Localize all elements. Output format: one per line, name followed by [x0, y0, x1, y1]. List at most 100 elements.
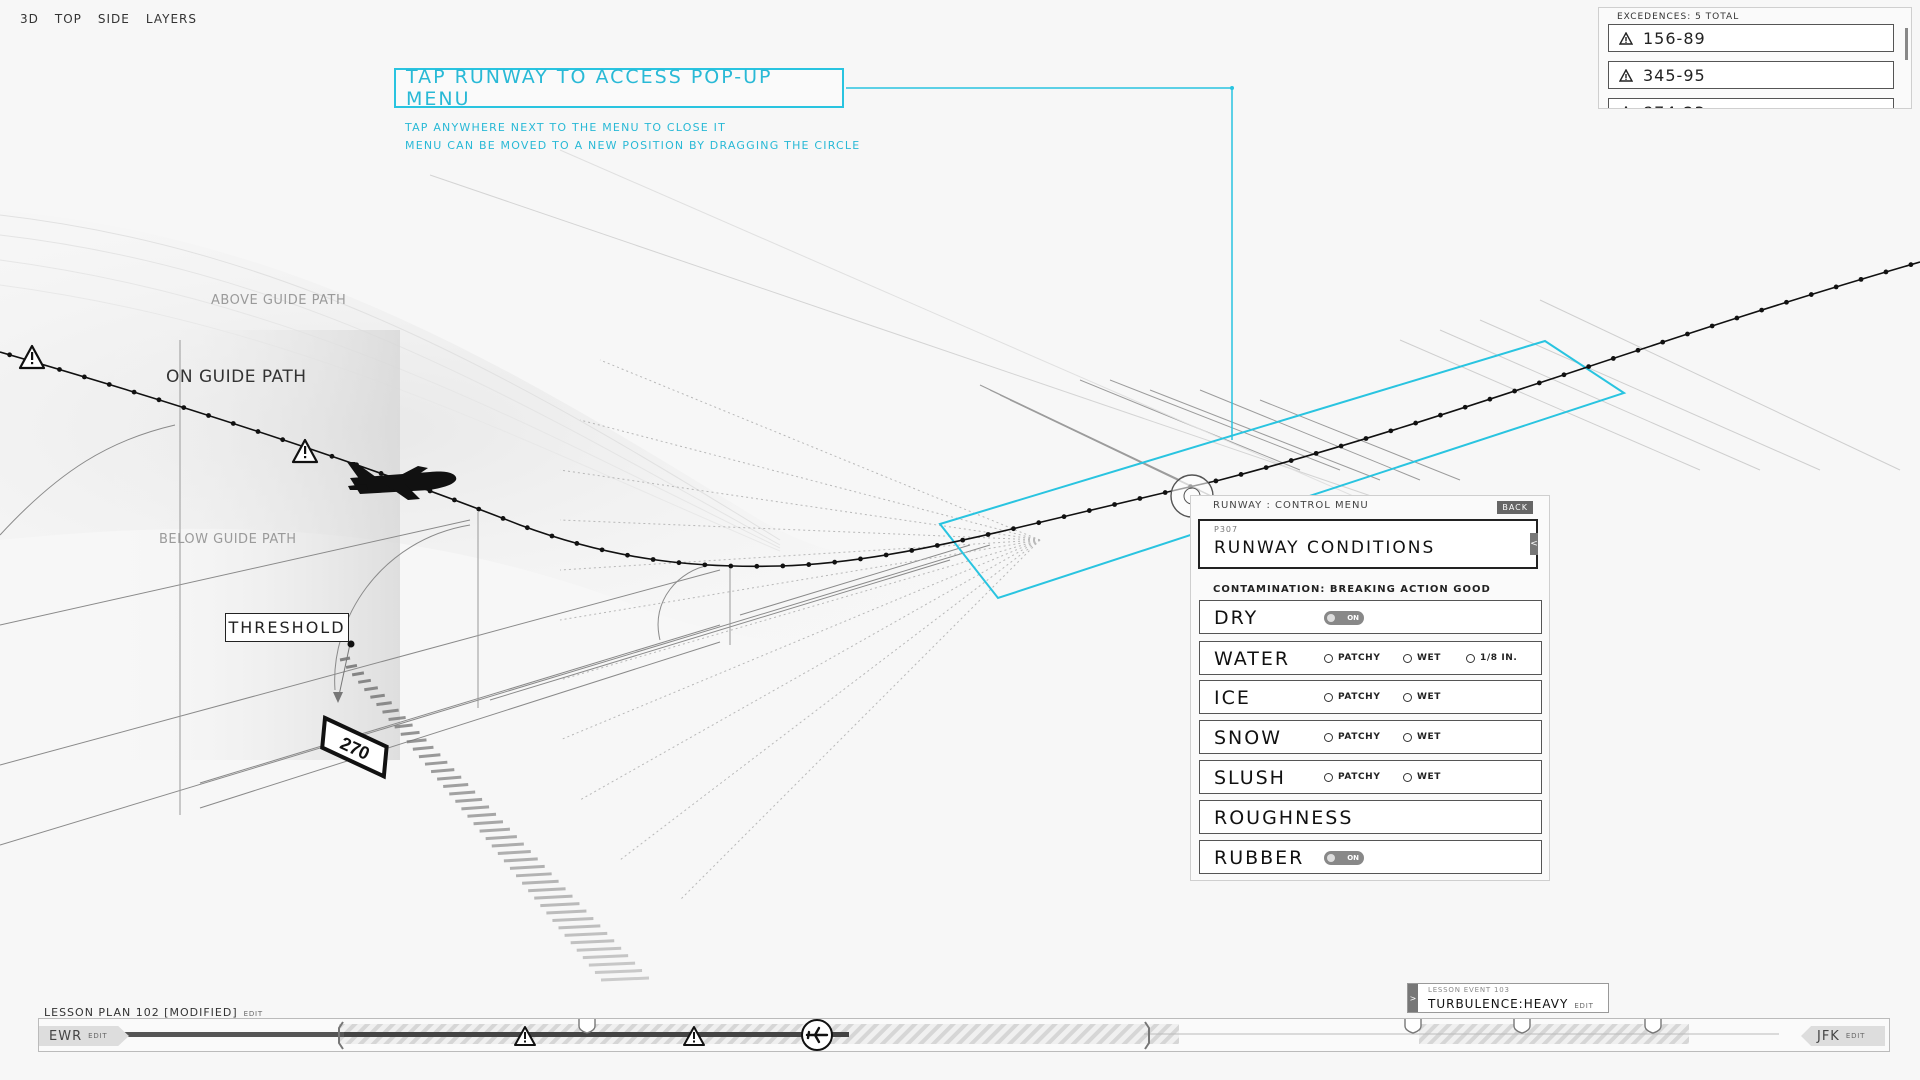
path-dot: [1709, 323, 1715, 329]
above-guide-path-label: ABOVE GUIDE PATH: [211, 293, 347, 308]
path-dot: [780, 563, 786, 569]
view-tabs: 3D TOP SIDE LAYERS: [20, 12, 197, 26]
warning-icon: [1624, 105, 1628, 108]
tab-side[interactable]: SIDE: [98, 12, 130, 26]
exceedance-id: 874-23: [1643, 103, 1706, 109]
path-dot: [181, 405, 187, 411]
path-dot: [1808, 292, 1814, 297]
origin-airport[interactable]: EWR EDIT: [39, 1026, 129, 1046]
path-dot: [1011, 526, 1016, 532]
lesson-event-code: LESSON EVENT 103: [1428, 986, 1510, 994]
callout-title: TAP RUNWAY TO ACCESS POP-UP MENU: [394, 66, 844, 110]
centerline-dash: [443, 783, 469, 789]
centerline-dash: [424, 760, 448, 766]
centerline-dash: [376, 701, 392, 707]
chevron-left-icon[interactable]: <: [1530, 533, 1538, 555]
slush-patchy-radio[interactable]: PATCHY: [1324, 772, 1380, 782]
lesson-timeline[interactable]: EWR EDIT JFK EDIT: [38, 1018, 1890, 1052]
runway-control-menu: RUNWAY : CONTROL MENU BACK P307 RUNWAY C…: [1190, 495, 1550, 881]
centerline-dash: [430, 768, 455, 774]
rubber-toggle[interactable]: ON: [1324, 851, 1364, 865]
centerline-dash: [382, 708, 399, 714]
menu-category-selector[interactable]: P307 RUNWAY CONDITIONS <: [1198, 519, 1538, 569]
path-dot: [1313, 450, 1319, 456]
path-dot: [1759, 307, 1765, 313]
edit-link[interactable]: EDIT: [1574, 1002, 1593, 1010]
dry-toggle[interactable]: ON: [1324, 611, 1364, 625]
slush-wet-radio[interactable]: WET: [1403, 772, 1441, 782]
radio-icon: [1466, 653, 1475, 663]
exceedances-scrollbar[interactable]: [1905, 28, 1908, 60]
path-dot: [1061, 514, 1067, 520]
centerline-dash: [540, 902, 580, 908]
edit-link[interactable]: EDIT: [88, 1032, 107, 1040]
centerline-dash: [461, 805, 490, 811]
tab-layers[interactable]: LAYERS: [146, 12, 197, 26]
path-dot: [832, 559, 838, 565]
condition-row-snow: SNOW PATCHY WET: [1199, 720, 1542, 754]
option-label: 1/8 IN.: [1480, 653, 1518, 663]
path-dot: [858, 556, 863, 562]
path-dot: [1388, 428, 1394, 434]
below-guide-path-label: BELOW GUIDE PATH: [159, 532, 297, 547]
centerline-dash: [546, 909, 587, 915]
path-dot: [1610, 356, 1616, 361]
lesson-event-card[interactable]: > LESSON EVENT 103 TURBULENCE:HEAVY EDIT: [1407, 983, 1609, 1013]
path-dot: [131, 389, 137, 395]
path-dot: [599, 547, 605, 553]
toggle-knob: [1327, 854, 1335, 862]
option-label: PATCHY: [1338, 692, 1381, 702]
edit-link[interactable]: EDIT: [244, 1010, 263, 1018]
centerline-dash: [491, 842, 524, 848]
water-wet-radio[interactable]: WET: [1403, 653, 1441, 663]
centerline-dash: [600, 976, 650, 982]
toggle-state: ON: [1347, 854, 1359, 862]
centerline-dash: [576, 946, 622, 952]
edit-link[interactable]: EDIT: [1846, 1032, 1865, 1040]
path-dot: [754, 563, 760, 569]
destination-airport[interactable]: JFK EDIT: [1801, 1026, 1885, 1046]
on-guide-path-label: ON GUIDE PATH: [166, 367, 307, 387]
path-dot: [1635, 347, 1641, 353]
condition-label: WATER: [1214, 648, 1291, 670]
tab-top[interactable]: TOP: [55, 12, 82, 26]
path-dot: [625, 552, 630, 558]
centerline-dash: [509, 864, 545, 870]
snow-wet-radio[interactable]: WET: [1403, 732, 1441, 742]
menu-header: RUNWAY : CONTROL MENU: [1213, 500, 1369, 511]
ice-patchy-radio[interactable]: PATCHY: [1324, 692, 1380, 702]
menu-title: RUNWAY CONDITIONS: [1214, 538, 1436, 558]
exceedances-title: EXCEDENCES: 5 TOTAL: [1617, 12, 1740, 22]
threshold-label[interactable]: THRESHOLD: [225, 613, 349, 642]
path-dot: [1288, 458, 1294, 463]
tab-3d[interactable]: 3D: [20, 12, 39, 26]
back-button[interactable]: BACK: [1497, 501, 1533, 514]
centerline-dash: [418, 753, 441, 759]
path-dot: [574, 541, 580, 546]
callout-hint-move: MENU CAN BE MOVED TO A NEW POSITION BY D…: [405, 139, 861, 152]
path-dot: [476, 506, 482, 512]
water-eighth-inch-radio[interactable]: 1/8 IN.: [1466, 653, 1517, 663]
chevron-right-icon[interactable]: >: [1408, 984, 1418, 1012]
option-label: WET: [1417, 692, 1442, 702]
condition-row-roughness[interactable]: ROUGHNESS: [1199, 800, 1542, 834]
path-dot: [676, 560, 682, 566]
exceedance-item[interactable]: 345-95: [1608, 61, 1894, 89]
exceedance-item[interactable]: 156-89: [1608, 24, 1894, 52]
condition-row-rubber: RUBBER ON: [1199, 840, 1542, 874]
lesson-event-title: TURBULENCE:HEAVY EDIT: [1428, 997, 1594, 1011]
water-patchy-radio[interactable]: PATCHY: [1324, 653, 1380, 663]
path-dot: [1536, 380, 1542, 386]
condition-label: RUBBER: [1214, 847, 1305, 869]
ice-wet-radio[interactable]: WET: [1403, 692, 1441, 702]
snow-patchy-radio[interactable]: PATCHY: [1324, 732, 1380, 742]
path-dot: [1036, 520, 1042, 526]
exceedance-item[interactable]: 874-23: [1608, 98, 1894, 109]
centerline-dash: [522, 879, 559, 885]
path-dot: [57, 367, 62, 372]
path-dot: [549, 533, 555, 539]
condition-row-water: WATER PATCHY WET 1/8 IN.: [1199, 641, 1542, 675]
option-label: WET: [1417, 732, 1442, 742]
event-name: TURBULENCE:HEAVY: [1428, 997, 1569, 1011]
timeline-track: [99, 1019, 1779, 1051]
